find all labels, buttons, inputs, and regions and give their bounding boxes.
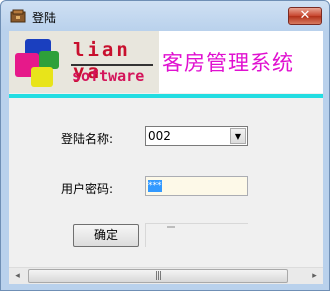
logo-square-yellow (31, 67, 53, 87)
username-label: 登陆名称: (61, 132, 114, 146)
hidden-control-mark (167, 226, 175, 228)
close-button[interactable]: ✕ (288, 7, 322, 25)
scroll-right-icon[interactable]: ▸ (306, 268, 323, 284)
logo-divider (71, 64, 153, 66)
password-value: *** (148, 180, 162, 192)
username-value: 002 (148, 129, 171, 143)
logo-text-software: software (72, 67, 145, 85)
password-label: 用户密码: (61, 182, 114, 196)
title-bar[interactable]: 登陆 ✕ (1, 1, 329, 31)
window-title: 登陆 (32, 11, 57, 25)
login-window: 登陆 ✕ lian ya software 客房管理系统 登陆名称: 002 ▼… (0, 0, 330, 291)
accent-divider (9, 94, 323, 98)
hidden-control-outline (145, 223, 248, 247)
scroll-thumb[interactable]: ||| (28, 269, 288, 283)
horizontal-scrollbar[interactable]: ◂ ||| ▸ (9, 267, 323, 284)
password-field[interactable]: *** (145, 176, 248, 196)
banner: lian ya software 客房管理系统 (9, 31, 323, 93)
dropdown-arrow-icon[interactable]: ▼ (230, 128, 246, 144)
company-logo: lian ya software (9, 31, 159, 93)
app-icon (10, 9, 26, 23)
username-select[interactable]: 002 ▼ (145, 126, 248, 146)
scroll-left-icon[interactable]: ◂ (9, 268, 26, 284)
dialog-body: lian ya software 客房管理系统 登陆名称: 002 ▼ 用户密码… (9, 31, 323, 284)
system-title: 客房管理系统 (162, 51, 294, 75)
ok-button[interactable]: 确定 (73, 224, 139, 247)
